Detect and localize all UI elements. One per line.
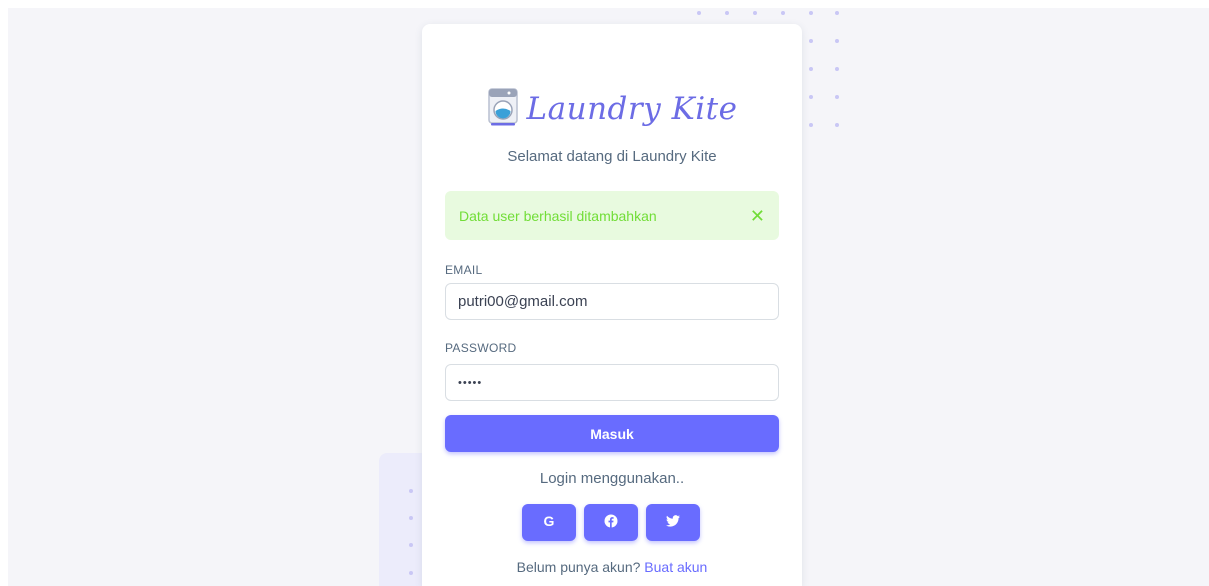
- signup-prompt: Belum punya akun? Buat akun: [422, 559, 802, 575]
- decorative-dots-bottom: [409, 489, 419, 579]
- brand-logo: Laundry Kite: [422, 86, 802, 132]
- welcome-text: Selamat datang di Laundry Kite: [507, 148, 717, 165]
- social-buttons: G: [522, 504, 702, 541]
- signup-text: Belum punya akun?: [516, 559, 641, 575]
- password-field[interactable]: [445, 364, 779, 401]
- email-field[interactable]: [445, 283, 779, 320]
- alert-message: Data user berhasil ditambahkan: [459, 207, 657, 224]
- email-label: EMAIL: [445, 263, 483, 277]
- social-login-heading: Login menggunakan..: [539, 470, 685, 487]
- washing-machine-icon: [487, 87, 519, 132]
- password-label: PASSWORD: [445, 341, 517, 355]
- close-icon[interactable]: ✕: [750, 207, 765, 225]
- login-button[interactable]: Masuk: [445, 415, 779, 452]
- facebook-icon: [604, 514, 618, 531]
- twitter-login-button[interactable]: [646, 504, 700, 541]
- success-alert: Data user berhasil ditambahkan ✕: [445, 191, 779, 240]
- create-account-link[interactable]: Buat akun: [644, 559, 707, 575]
- login-card: Laundry Kite Selamat datang di Laundry K…: [422, 24, 802, 586]
- facebook-login-button[interactable]: [584, 504, 638, 541]
- google-icon: G: [542, 513, 556, 531]
- twitter-icon: [666, 515, 680, 530]
- brand-name: Laundry Kite: [526, 91, 738, 127]
- google-login-button[interactable]: G: [522, 504, 576, 541]
- svg-text:G: G: [544, 514, 555, 528]
